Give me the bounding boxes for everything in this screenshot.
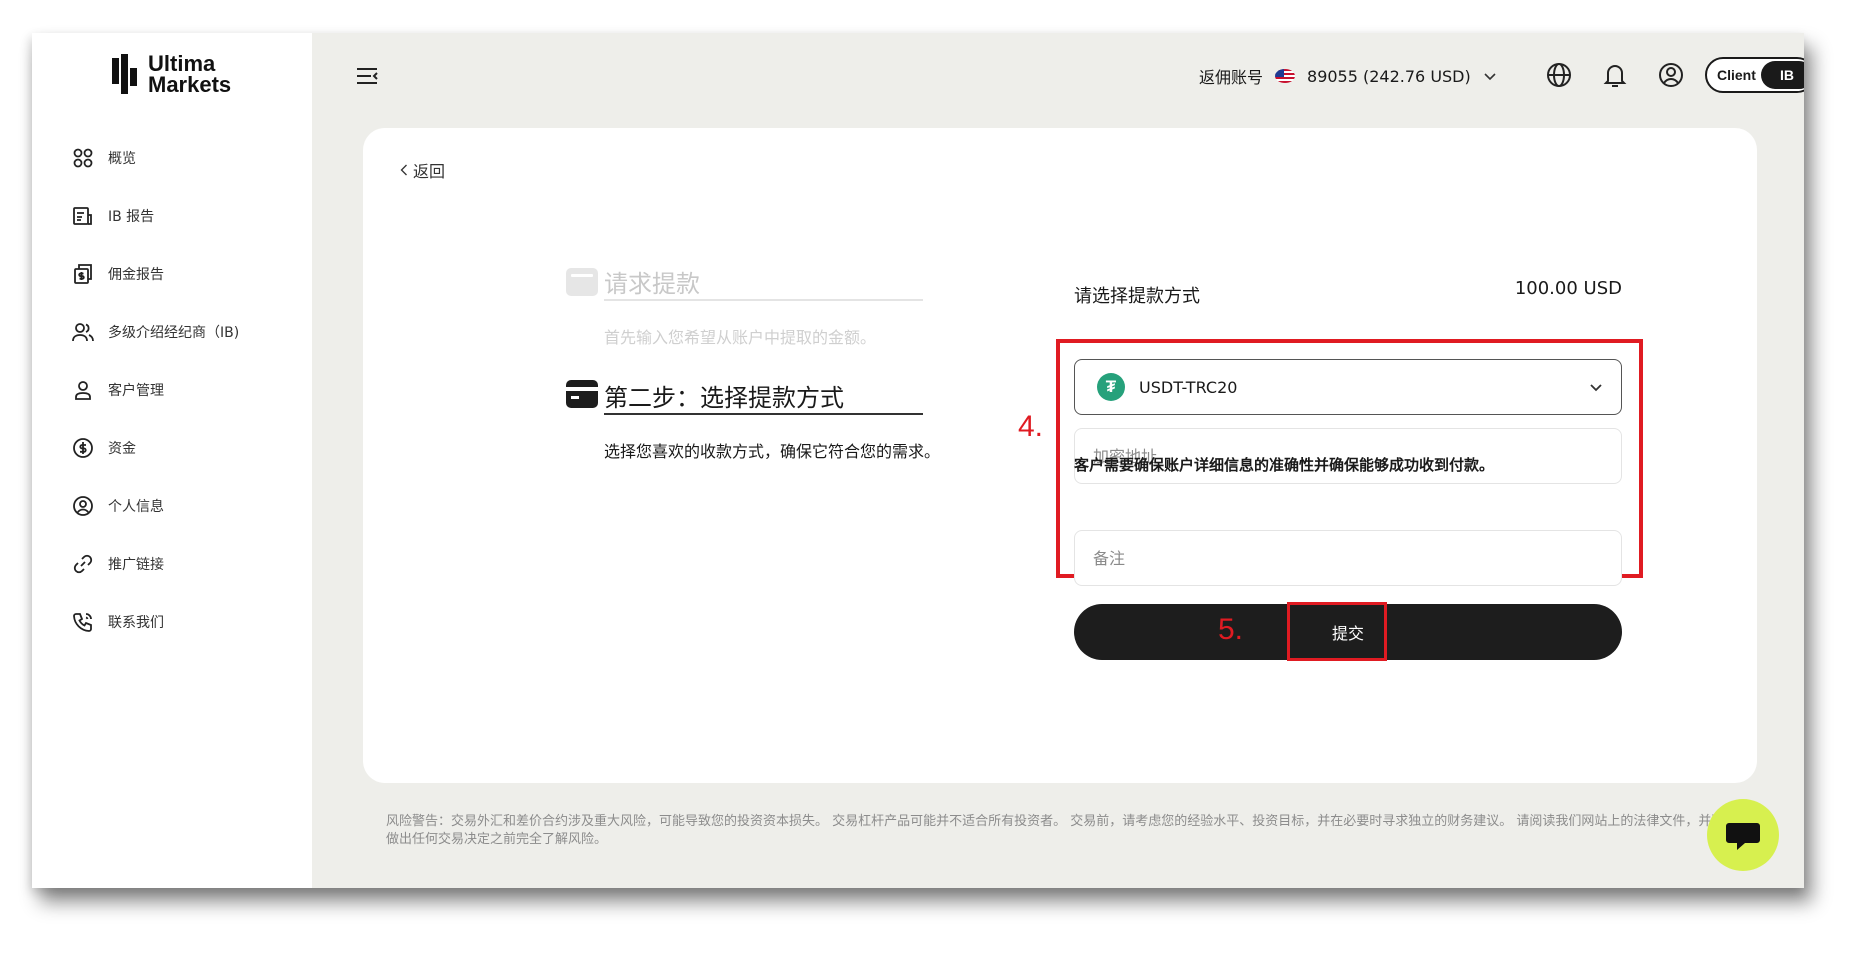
sidebar: Ultima Markets 概览 IB 报告 佣金报告 多级介绍经纪商（IB)… (32, 33, 312, 888)
globe-icon[interactable] (1545, 61, 1573, 89)
client-ib-toggle[interactable]: Client IB (1705, 57, 1804, 93)
sidebar-item-label: 概览 (108, 151, 136, 167)
sidebar-item-overview[interactable]: 概览 (72, 129, 239, 187)
chevron-left-icon (400, 164, 407, 176)
step2-desc: 选择您喜欢的收款方式，确保它符合您的需求。 (604, 442, 941, 461)
sidebar-item-ib-report[interactable]: IB 报告 (72, 187, 239, 245)
risk-disclaimer: 风险警告：交易外汇和差价合约涉及重大风险，可能导致您的投资资本损失。 交易杠杆产… (386, 814, 1764, 847)
sidebar-item-promo-links[interactable]: 推广链接 (72, 535, 239, 593)
back-label: 返回 (413, 162, 446, 181)
sidebar-item-contact[interactable]: 联系我们 (72, 593, 239, 651)
withdraw-amount: 100.00 USD (1514, 278, 1622, 299)
step1-desc: 首先输入您希望从账户中提取的金额。 (604, 328, 877, 347)
user-icon (72, 379, 94, 401)
method-label: 请选择提款方式 (1074, 286, 1200, 307)
annotation-step4: 4. (1018, 410, 1044, 443)
commission-report-icon (72, 263, 94, 285)
dollar-icon (72, 437, 94, 459)
chat-button[interactable] (1707, 799, 1779, 871)
back-link[interactable]: 返回 (399, 158, 445, 182)
chevron-down-icon (1484, 73, 1496, 81)
sidebar-item-label: IB 报告 (108, 209, 155, 225)
toggle-ib[interactable]: IB (1761, 61, 1804, 89)
account-circle-icon[interactable] (1657, 61, 1685, 89)
withdrawal-card: 返回 请求提款 首先输入您希望从账户中提取的金额。 第二步：选择提款方式 选择您… (363, 128, 1757, 783)
sidebar-item-multi-level-ib[interactable]: 多级介绍经纪商（IB) (72, 303, 239, 361)
link-icon (72, 553, 94, 575)
bell-icon[interactable] (1601, 61, 1629, 89)
accuracy-warning: 客户需要确保账户详细信息的准确性并确保能够成功收到付款。 (1074, 456, 1495, 474)
sidebar-nav: 概览 IB 报告 佣金报告 多级介绍经纪商（IB) 客户管理 资金 个人信息 推… (72, 129, 239, 651)
step2-title: 第二步：选择提款方式 (604, 384, 844, 412)
tether-icon: ₮ (1097, 373, 1125, 401)
step2-divider (604, 413, 923, 415)
menu-collapse-icon[interactable] (354, 63, 380, 89)
wallet-icon (566, 268, 598, 296)
logo-mark-icon (112, 54, 138, 94)
step1-title: 请求提款 (604, 270, 700, 298)
card-icon (566, 380, 598, 408)
withdraw-method-select[interactable]: ₮ USDT-TRC20 (1074, 359, 1622, 415)
sidebar-item-commission-report[interactable]: 佣金报告 (72, 245, 239, 303)
dashboard-icon (72, 147, 94, 169)
sidebar-item-funds[interactable]: 资金 (72, 419, 239, 477)
sidebar-item-label: 多级介绍经纪商（IB) (108, 325, 240, 341)
account-selector[interactable]: 返佣账号 89055 (242.76 USD) (1199, 64, 1497, 88)
users-icon (72, 321, 94, 343)
sidebar-item-client-management[interactable]: 客户管理 (72, 361, 239, 419)
highlight-box-step5 (1287, 602, 1387, 661)
app-window: Ultima Markets 概览 IB 报告 佣金报告 多级介绍经纪商（IB)… (32, 33, 1804, 888)
phone-icon (72, 611, 94, 633)
chevron-down-icon (1590, 384, 1602, 392)
account-value: 89055 (242.76 USD) (1307, 66, 1471, 86)
chat-bubble-icon (1726, 823, 1760, 850)
remark-input[interactable] (1074, 530, 1622, 586)
logo[interactable]: Ultima Markets (112, 51, 232, 97)
sidebar-item-label: 资金 (108, 441, 136, 457)
logo-text: Ultima Markets (148, 51, 232, 97)
account-label: 返佣账号 (1199, 68, 1264, 87)
sidebar-item-label: 联系我们 (108, 615, 164, 631)
sidebar-item-label: 推广链接 (108, 557, 164, 573)
logo-text-line2: Markets (148, 72, 232, 97)
step1-divider (604, 299, 923, 301)
sidebar-item-label: 个人信息 (108, 499, 164, 515)
toggle-client[interactable]: Client (1707, 67, 1759, 83)
sidebar-item-profile[interactable]: 个人信息 (72, 477, 239, 535)
profile-icon (72, 495, 94, 517)
logo-text-line1: Ultima (148, 51, 216, 76)
us-flag-icon (1275, 69, 1296, 83)
selected-method: USDT-TRC20 (1139, 377, 1238, 397)
topbar: 返佣账号 89055 (242.76 USD) Client IB (312, 33, 1804, 123)
sidebar-item-label: 佣金报告 (108, 267, 164, 283)
report-icon (72, 205, 94, 227)
sidebar-item-label: 客户管理 (108, 383, 164, 399)
annotation-step5: 5. (1218, 613, 1244, 646)
